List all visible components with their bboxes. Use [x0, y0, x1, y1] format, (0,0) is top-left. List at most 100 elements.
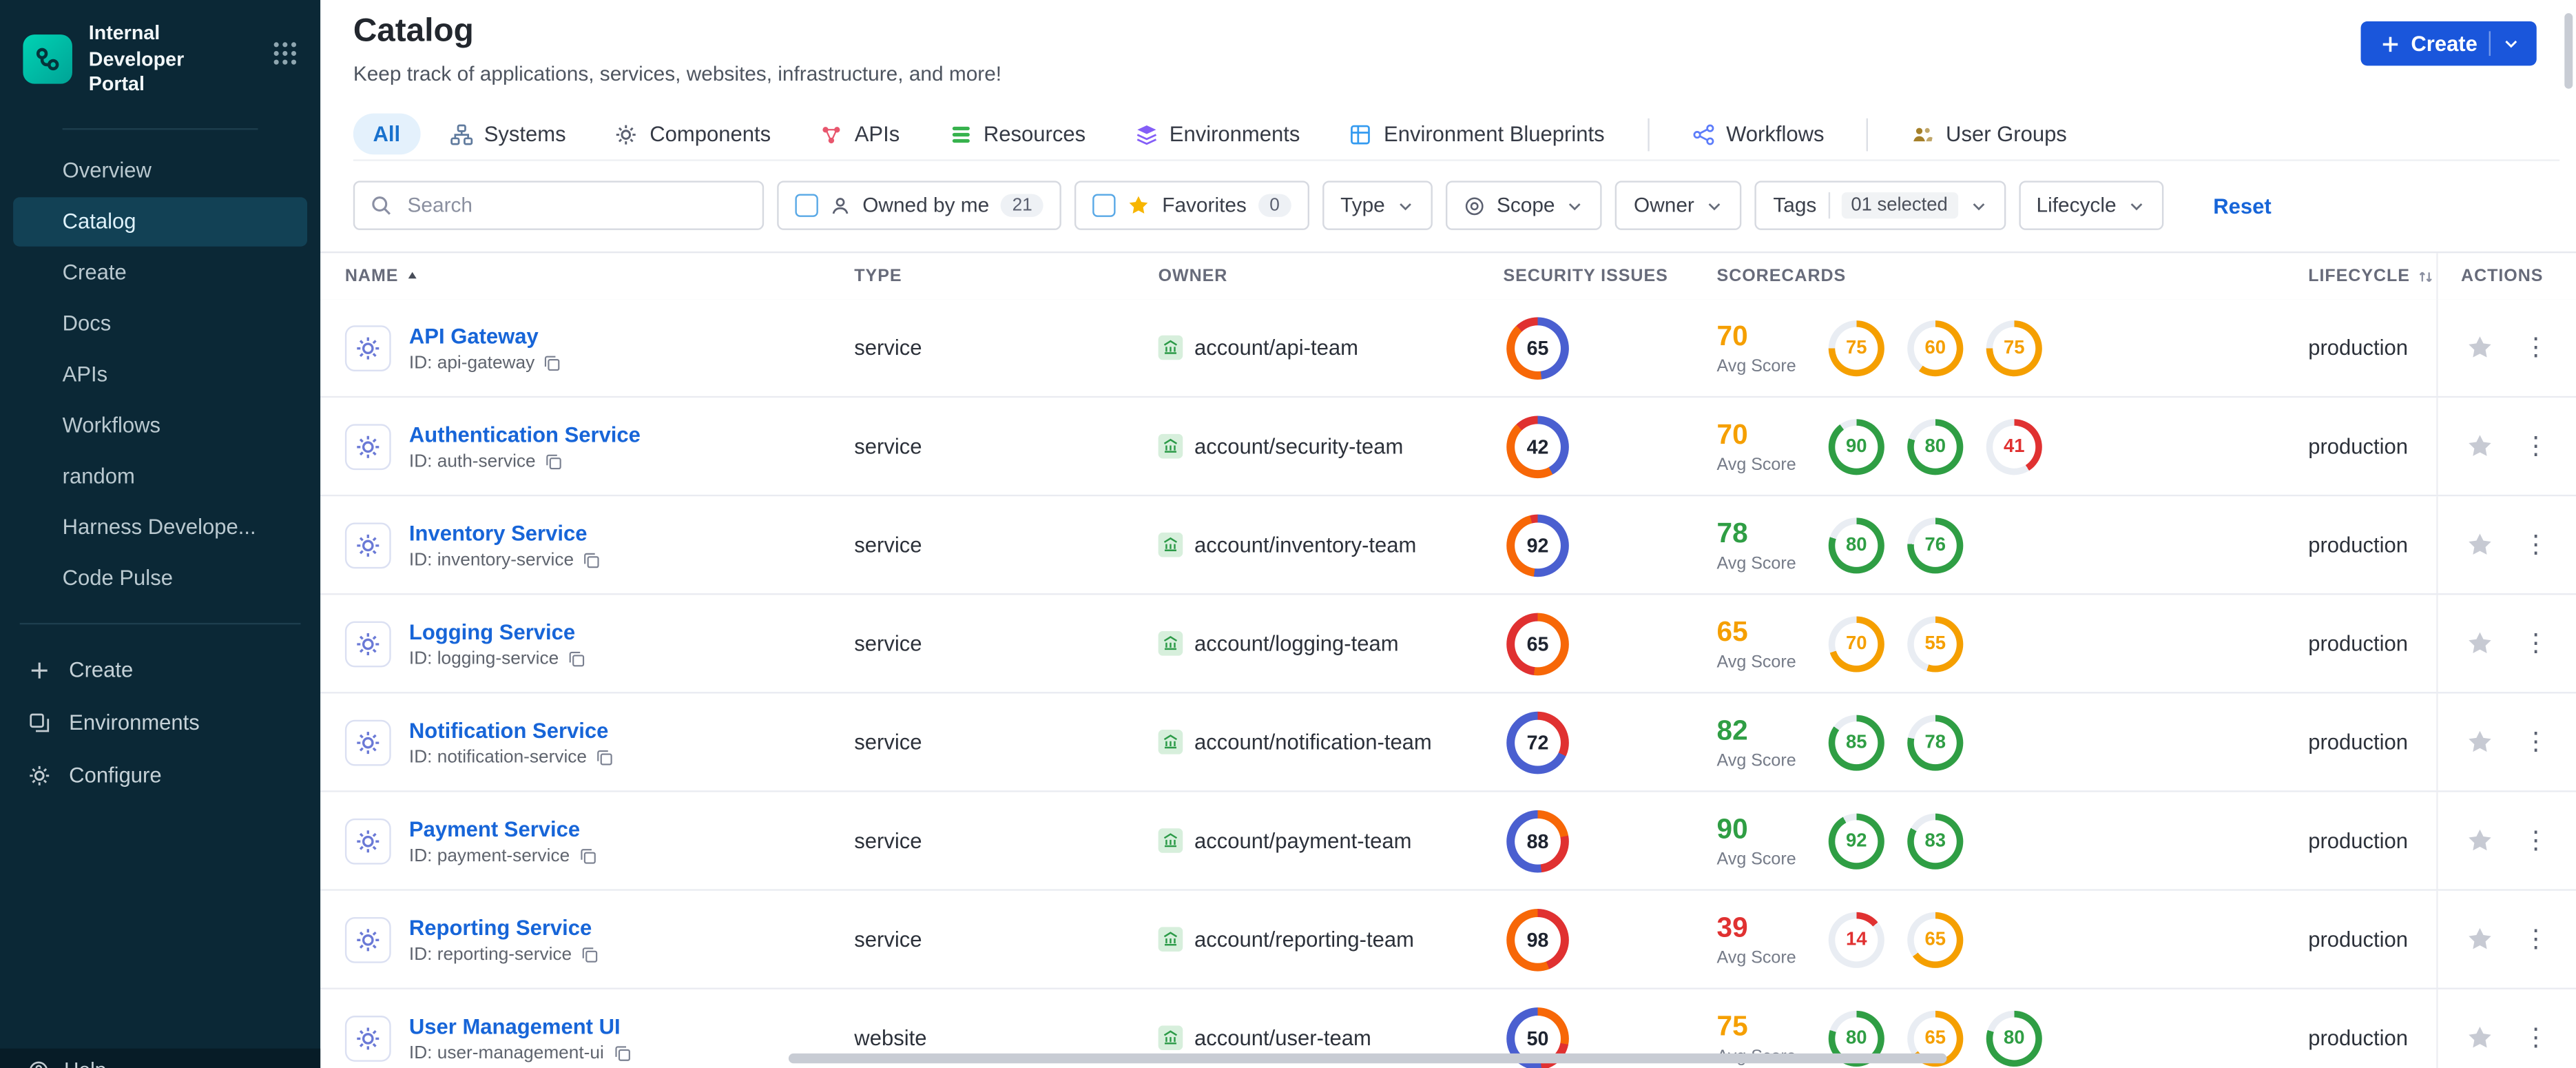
kebab-menu-icon[interactable]: ⋮: [2524, 828, 2548, 853]
sidebar-item-harness-develope[interactable]: Harness Develope...: [13, 502, 307, 552]
kebab-menu-icon[interactable]: ⋮: [2524, 927, 2548, 952]
sidebar-item-overview[interactable]: Overview: [13, 146, 307, 196]
owned-by-me-filter[interactable]: Owned by me 21: [777, 181, 1062, 230]
entity-name-link[interactable]: Notification Service: [409, 717, 615, 742]
scorecard-ring[interactable]: 90: [1828, 418, 1884, 475]
sidebar-item-create[interactable]: Create: [13, 248, 307, 298]
scorecard-ring[interactable]: 92: [1828, 812, 1884, 869]
favorites-filter[interactable]: Favorites 0: [1074, 181, 1309, 230]
copy-icon[interactable]: [567, 648, 587, 668]
tab-all[interactable]: All: [353, 113, 420, 155]
entity-name-link[interactable]: API Gateway: [409, 323, 563, 348]
scorecard-ring[interactable]: 85: [1828, 714, 1884, 770]
owner-filter-dropdown[interactable]: Owner: [1615, 181, 1743, 230]
copy-icon[interactable]: [543, 353, 563, 373]
app-logo-icon[interactable]: [23, 35, 72, 85]
security-issues-ring[interactable]: 65: [1506, 316, 1569, 379]
scorecard-ring[interactable]: 14: [1828, 911, 1884, 967]
copy-icon[interactable]: [582, 550, 602, 570]
favorite-star-icon[interactable]: [2466, 1024, 2494, 1052]
tab-resources[interactable]: Resources: [929, 114, 1105, 155]
owner-value[interactable]: account/reporting-team: [1194, 927, 1414, 952]
scorecard-ring[interactable]: 55: [1907, 615, 1964, 672]
security-issues-ring[interactable]: 92: [1506, 513, 1569, 577]
sidebar-item-environments[interactable]: Environments: [0, 697, 320, 749]
security-issues-ring[interactable]: 65: [1506, 612, 1569, 675]
reset-filters-link[interactable]: Reset: [2213, 193, 2271, 218]
tab-components[interactable]: Components: [596, 114, 791, 155]
owner-value[interactable]: account/api-team: [1194, 336, 1358, 360]
kebab-menu-icon[interactable]: ⋮: [2524, 434, 2548, 459]
scorecard-ring[interactable]: 80: [1907, 418, 1964, 475]
entity-name-link[interactable]: Logging Service: [409, 619, 587, 644]
sidebar-item-workflows[interactable]: Workflows: [13, 400, 307, 450]
sidebar-item-help[interactable]: Help: [0, 1048, 321, 1068]
copy-icon[interactable]: [578, 845, 598, 865]
tab-environment-blueprints[interactable]: Environment Blueprints: [1329, 114, 1624, 155]
owner-value[interactable]: account/logging-team: [1194, 631, 1399, 656]
favorite-star-icon[interactable]: [2466, 827, 2494, 855]
scorecard-ring[interactable]: 41: [1986, 418, 2042, 475]
favorite-star-icon[interactable]: [2466, 531, 2494, 559]
tab-systems[interactable]: Systems: [430, 114, 585, 155]
copy-icon[interactable]: [595, 747, 615, 767]
tags-filter-dropdown[interactable]: Tags 01 selected: [1755, 181, 2006, 230]
scorecard-ring[interactable]: 83: [1907, 812, 1964, 869]
security-issues-ring[interactable]: 88: [1506, 809, 1569, 872]
lifecycle-filter-dropdown[interactable]: Lifecycle: [2018, 181, 2164, 230]
sidebar-item-configure[interactable]: Configure: [0, 749, 320, 801]
entity-name-link[interactable]: User Management UI: [409, 1013, 632, 1038]
owner-value[interactable]: account/inventory-team: [1194, 533, 1416, 557]
create-button[interactable]: Create: [2360, 21, 2537, 66]
scorecard-ring[interactable]: 75: [1828, 319, 1884, 376]
scorecard-ring[interactable]: 80: [1986, 1009, 2042, 1066]
vertical-scrollbar[interactable]: [2564, 13, 2573, 89]
search-box[interactable]: [353, 181, 765, 230]
entity-name-link[interactable]: Authentication Service: [409, 422, 641, 446]
owner-value[interactable]: account/notification-team: [1194, 730, 1432, 754]
horizontal-scrollbar[interactable]: [788, 1053, 1947, 1064]
sidebar-item-random[interactable]: random: [13, 451, 307, 501]
favorites-checkbox[interactable]: [1093, 194, 1116, 217]
owner-value[interactable]: account/user-team: [1194, 1025, 1371, 1050]
scorecard-ring[interactable]: 70: [1828, 615, 1884, 672]
tab-user-groups[interactable]: User Groups: [1891, 114, 2086, 155]
scorecard-ring[interactable]: 75: [1986, 319, 2042, 376]
copy-icon[interactable]: [612, 1043, 632, 1062]
type-filter-dropdown[interactable]: Type: [1322, 181, 1433, 230]
entity-name-link[interactable]: Payment Service: [409, 816, 598, 841]
kebab-menu-icon[interactable]: ⋮: [2524, 631, 2548, 656]
entity-name-link[interactable]: Inventory Service: [409, 520, 602, 545]
kebab-menu-icon[interactable]: ⋮: [2524, 336, 2548, 360]
kebab-menu-icon[interactable]: ⋮: [2524, 533, 2548, 557]
sidebar-item-code-pulse[interactable]: Code Pulse: [13, 553, 307, 603]
favorite-star-icon[interactable]: [2466, 925, 2494, 954]
copy-icon[interactable]: [544, 451, 564, 471]
favorite-star-icon[interactable]: [2466, 728, 2494, 757]
scorecard-ring[interactable]: 65: [1907, 911, 1964, 967]
sidebar-item-docs[interactable]: Docs: [13, 299, 307, 349]
scope-filter-dropdown[interactable]: Scope: [1446, 181, 1603, 230]
favorite-star-icon[interactable]: [2466, 333, 2494, 362]
kebab-menu-icon[interactable]: ⋮: [2524, 730, 2548, 754]
security-issues-ring[interactable]: 72: [1506, 710, 1569, 774]
scorecard-ring[interactable]: 80: [1828, 517, 1884, 573]
tab-environments[interactable]: Environments: [1115, 114, 1320, 155]
kebab-menu-icon[interactable]: ⋮: [2524, 1025, 2548, 1050]
owner-value[interactable]: account/payment-team: [1194, 828, 1411, 853]
scorecard-ring[interactable]: 60: [1907, 319, 1964, 376]
entity-name-link[interactable]: Reporting Service: [409, 914, 600, 939]
owned-by-me-checkbox[interactable]: [795, 194, 818, 217]
security-issues-ring[interactable]: 42: [1506, 415, 1569, 477]
search-input[interactable]: [404, 192, 748, 219]
security-issues-ring[interactable]: 98: [1506, 907, 1569, 971]
column-header-lifecycle[interactable]: LIFECYCLE: [2308, 266, 2436, 286]
copy-icon[interactable]: [580, 944, 600, 964]
sidebar-item-create[interactable]: Create: [0, 644, 320, 696]
owner-value[interactable]: account/security-team: [1194, 434, 1403, 459]
sidebar-item-apis[interactable]: APIs: [13, 350, 307, 400]
apps-grid-icon[interactable]: [271, 40, 301, 70]
sidebar-item-catalog[interactable]: Catalog: [13, 196, 308, 247]
tab-apis[interactable]: APIs: [800, 114, 920, 155]
scorecard-ring[interactable]: 78: [1907, 714, 1964, 770]
